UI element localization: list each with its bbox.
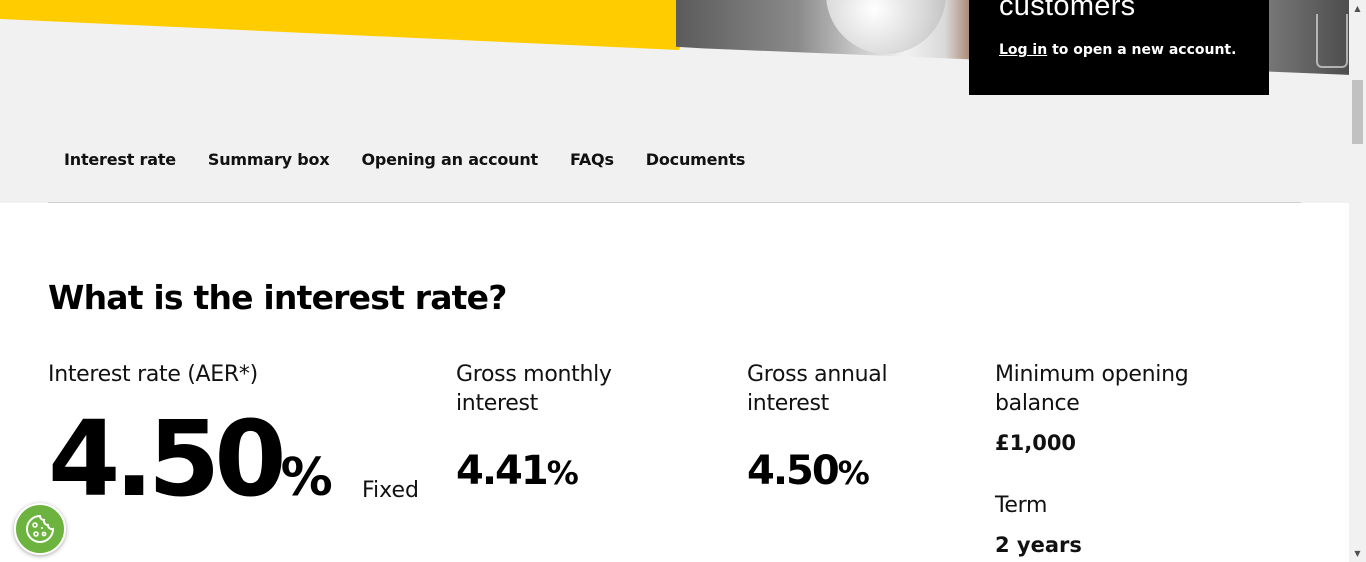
term-label: Term [995,493,1048,518]
interest-rate-percent: % [280,448,333,508]
gross-monthly-number: 4.41 [456,448,549,494]
interest-rate-label-text: Interest rate (AER*) [48,362,258,387]
hero-yellow-band [0,0,700,50]
gross-annual-label-line2: interest [747,391,830,416]
login-prompt: Log in to open a new account. [999,42,1236,58]
gross-annual-label-line1: Gross annual [747,362,888,387]
tab-faqs[interactable]: FAQs [554,146,630,178]
cookie-icon [26,514,55,543]
gross-monthly-label-line2: interest [456,391,539,416]
term-value: 2 years [995,533,1082,557]
minimum-opening-label-line1: Minimum opening [995,362,1189,387]
arrow-down-icon[interactable]: ▼ [1349,545,1366,562]
tab-documents[interactable]: Documents [630,146,761,178]
tab-opening-an-account[interactable]: Opening an account [345,146,554,178]
existing-customers-title: customers [999,0,1136,22]
gross-monthly-label-line1: Gross monthly [456,362,612,387]
hero-banner: customers Log in to open a new account. … [0,0,1349,203]
gross-annual-label: Gross annual interest [747,360,888,418]
gross-monthly-percent: % [546,454,579,492]
section-tabs: Interest rate Summary box Opening an acc… [48,146,761,178]
minimum-opening-label-line2: balance [995,391,1080,416]
tab-summary-box[interactable]: Summary box [192,146,346,178]
section-heading: What is the interest rate? [48,278,507,317]
interest-rate-number: 4.50 [48,398,287,520]
minimum-opening-label: Minimum opening balance [995,360,1189,418]
login-prompt-text: to open a new account. [1047,42,1237,58]
gross-monthly-value: 4.41% [456,448,579,494]
kettle-image [826,0,946,54]
tab-interest-rate[interactable]: Interest rate [48,146,192,178]
cookie-settings-button[interactable] [14,503,66,555]
arrow-up-icon[interactable]: ▲ [1349,0,1366,17]
gross-annual-percent: % [837,454,870,492]
existing-customers-box: customers Log in to open a new account. [969,0,1269,95]
glass-image [1316,14,1348,68]
interest-rate-value: 4.50% [48,398,333,520]
tabs-divider [48,202,1301,203]
vertical-scrollbar[interactable]: ▲ ▼ [1349,0,1366,562]
minimum-opening-value: £1,000 [995,431,1077,455]
gross-annual-value: 4.50% [747,448,870,494]
interest-rate-label: Interest rate (AER*) [48,360,258,389]
rate-type: Fixed [362,478,420,503]
gross-annual-number: 4.50 [747,448,840,494]
page: customers Log in to open a new account. … [0,0,1349,562]
login-link[interactable]: Log in [999,42,1047,58]
scrollbar-thumb[interactable] [1352,80,1363,144]
gross-monthly-label: Gross monthly interest [456,360,612,418]
